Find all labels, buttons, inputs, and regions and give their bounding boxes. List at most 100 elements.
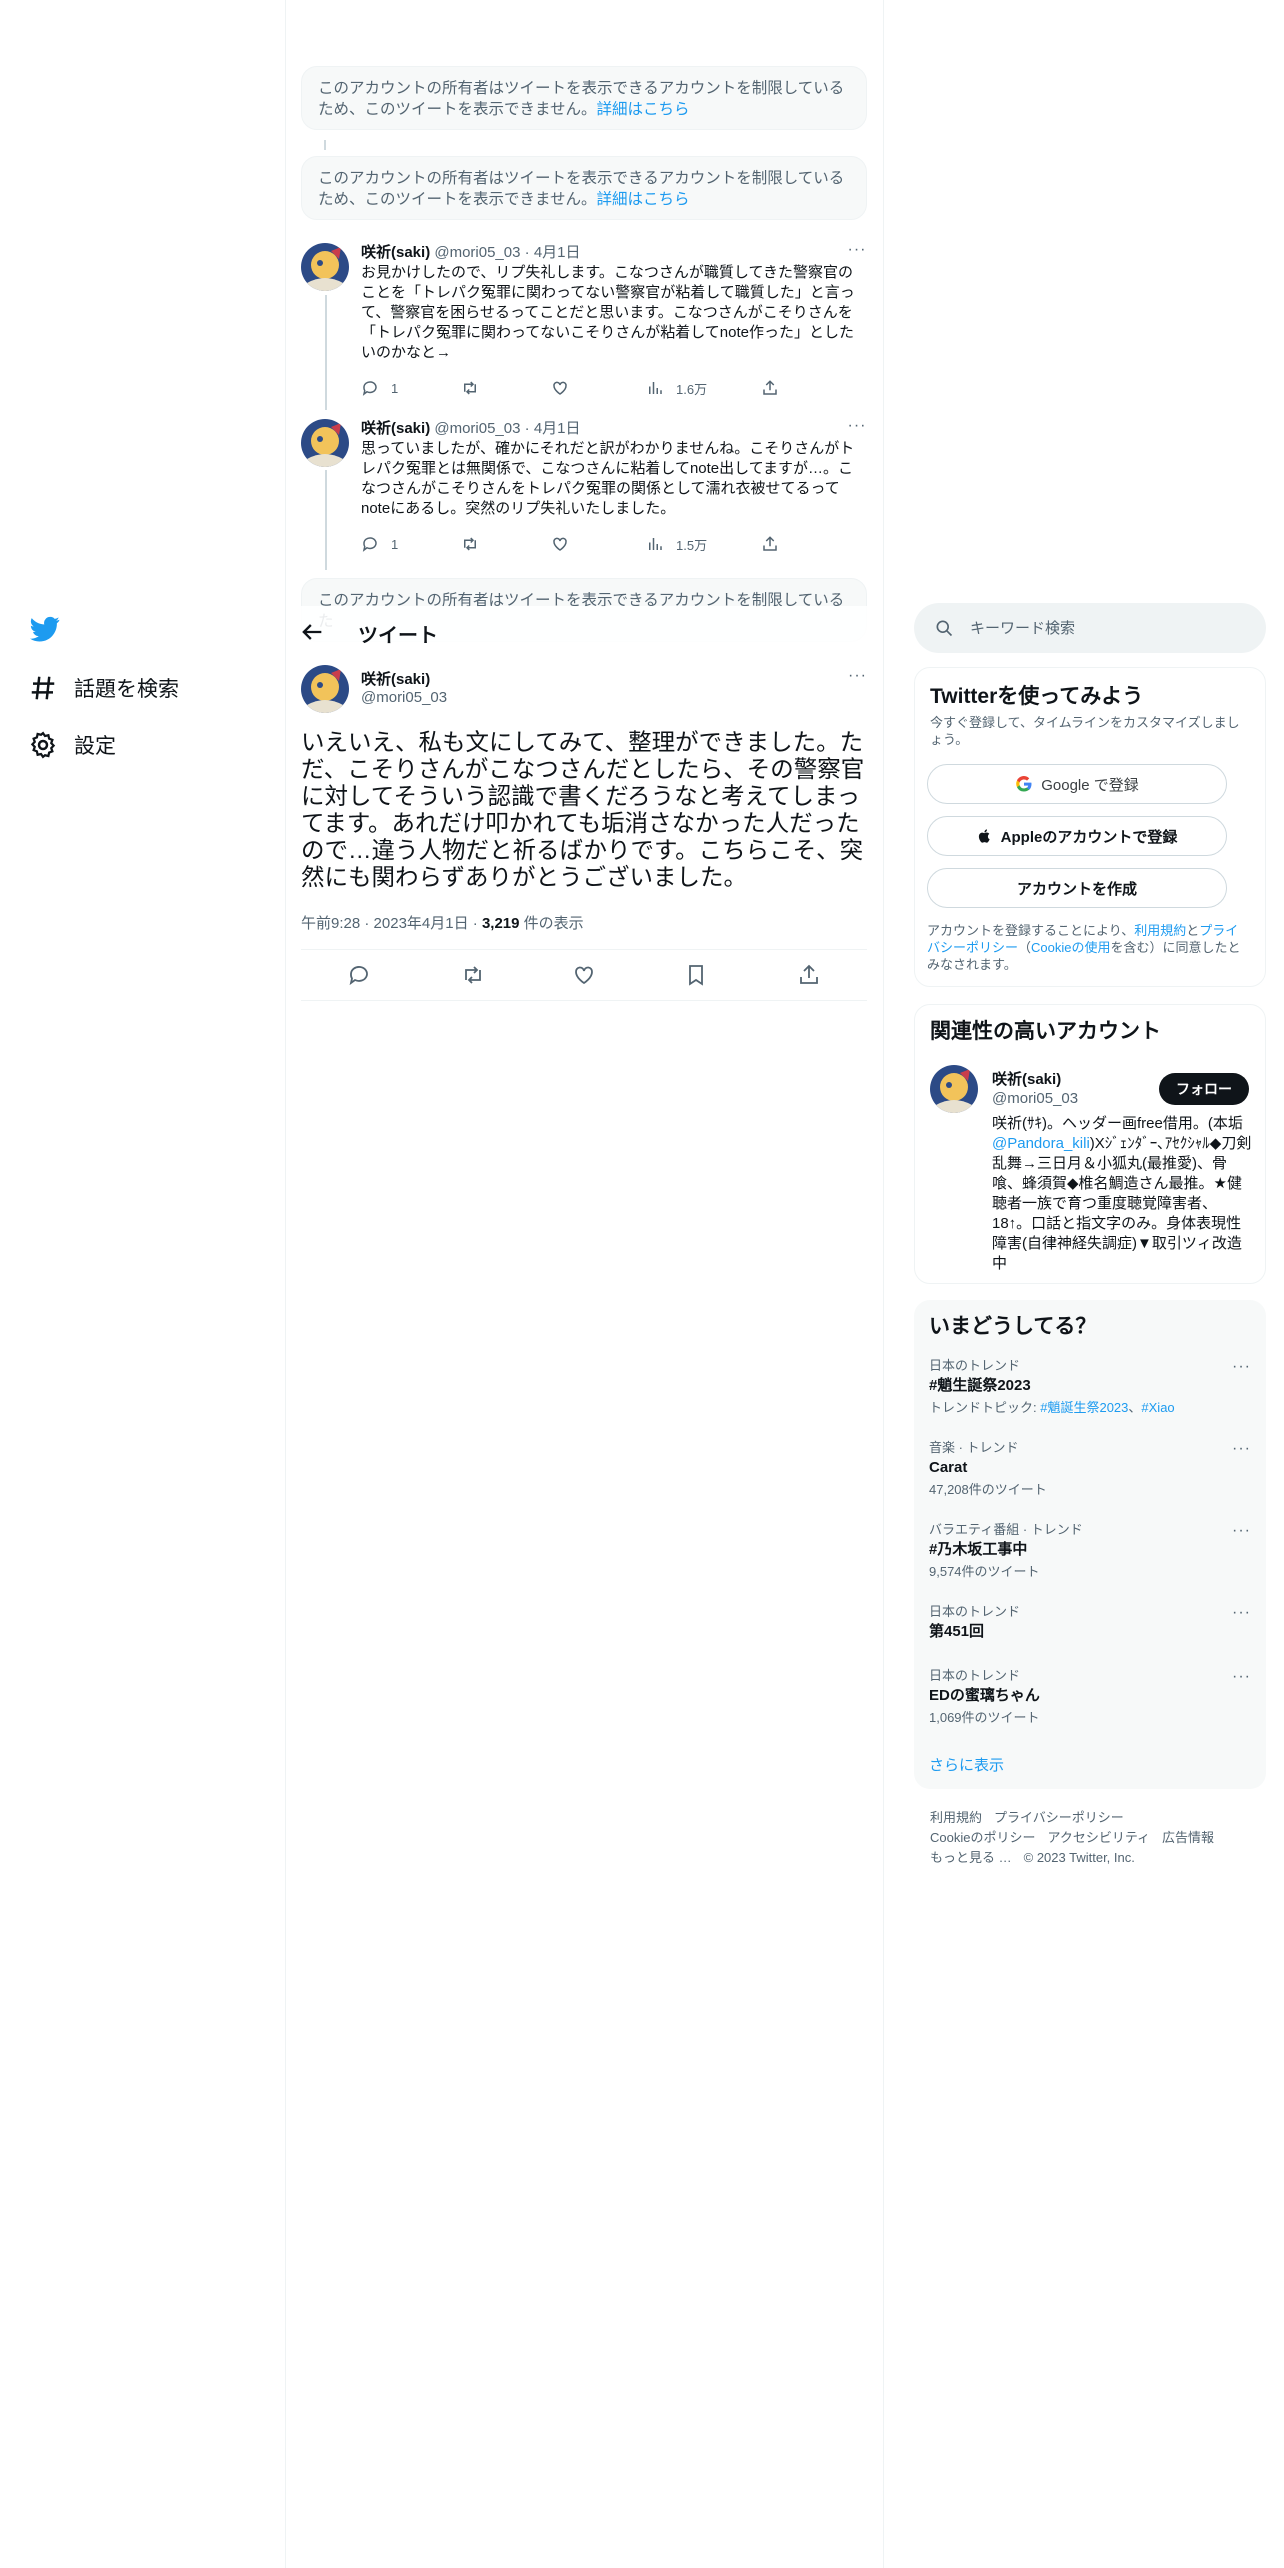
learn-more-link[interactable]: 詳細はこちら: [597, 101, 690, 118]
gear-icon: [28, 730, 58, 760]
footer-privacy-link[interactable]: プライバシーポリシー: [994, 1808, 1124, 1828]
tweet-header: 咲祈(saki) @mori05_03 · 4月1日: [361, 419, 581, 439]
trend-item[interactable]: バラエティ番組 · トレンド #乃木坂工事中 9,574件のツイート ···: [929, 1522, 1251, 1580]
follow-button[interactable]: フォロー: [1159, 1073, 1249, 1105]
separator-dot: ·: [472, 915, 478, 932]
retweet-icon[interactable]: [461, 963, 485, 987]
share-icon[interactable]: [797, 963, 821, 987]
nav-explore[interactable]: 話題を検索: [28, 668, 179, 708]
trends-title: いまどうしてる？: [929, 1315, 1097, 1338]
google-signup-button[interactable]: Google で登録: [927, 764, 1227, 804]
views-button[interactable]: 1.6万: [646, 376, 707, 400]
signup-title: Twitterを使ってみよう: [930, 685, 1144, 708]
avatar[interactable]: [301, 665, 349, 713]
apple-signup-button[interactable]: Appleのアカウントで登録: [927, 816, 1227, 856]
reply-tweet[interactable]: 咲祈(saki) @mori05_03 · 4月1日 ··· 思っていましたが、…: [301, 418, 867, 579]
heart-icon: [551, 535, 569, 553]
show-more-link[interactable]: さらに表示: [929, 1754, 1004, 1775]
tweet-date[interactable]: 4月1日: [534, 420, 581, 437]
views-count[interactable]: 3,219: [482, 915, 520, 932]
reply-icon[interactable]: [347, 963, 371, 987]
trend-category: 音楽 · トレンド: [929, 1440, 1019, 1455]
legal-text: （: [1018, 940, 1032, 955]
terms-link[interactable]: 利用規約: [1134, 923, 1186, 938]
display-name[interactable]: 咲祈(saki): [361, 668, 430, 689]
share-button[interactable]: [761, 532, 791, 556]
back-button[interactable]: [298, 618, 326, 646]
views-button[interactable]: 1.5万: [646, 532, 707, 556]
heart-icon[interactable]: [572, 963, 596, 987]
retweet-button[interactable]: [461, 376, 491, 400]
tweet-meta: 午前9:28 · 2023年4月1日 · 3,219 件の表示: [301, 912, 584, 933]
trend-item[interactable]: 日本のトレンド 第451回 ···: [929, 1604, 1251, 1642]
tweet-date[interactable]: 2023年4月1日: [374, 915, 469, 932]
trend-item[interactable]: 日本のトレンド #魈生誕祭2023 トレンドトピック: #魈誕生祭2023、#X…: [929, 1358, 1251, 1416]
page-title: ツイート: [358, 625, 438, 647]
create-account-button[interactable]: アカウントを作成: [927, 868, 1227, 908]
legal-text: アカウントを登録することにより、: [927, 923, 1135, 938]
avatar[interactable]: [930, 1065, 978, 1113]
reply-icon: [361, 535, 379, 553]
display-name[interactable]: 咲祈(saki): [361, 420, 430, 437]
more-options-icon[interactable]: ···: [1232, 1522, 1251, 1540]
search-input[interactable]: [970, 616, 1250, 640]
more-options-icon[interactable]: ···: [847, 418, 867, 439]
more-options-icon[interactable]: ···: [848, 667, 867, 685]
nav-settings-label: 設定: [74, 735, 116, 758]
analytics-icon: [646, 535, 664, 553]
reply-tweet[interactable]: 咲祈(saki) @mori05_03 · 4月1日 ··· お見かけしたので、…: [301, 242, 867, 423]
display-name[interactable]: 咲祈(saki): [992, 1068, 1061, 1089]
separator-dot: ·: [364, 915, 370, 932]
display-name[interactable]: 咲祈(saki): [361, 244, 430, 261]
tweet-text: 思っていましたが、確かにそれだと訳がわかりませんね。こそりさんがトレパク冤罪とは…: [361, 440, 855, 517]
handle[interactable]: @mori05_03: [434, 420, 520, 437]
trend-name: #魈生誕祭2023: [929, 1377, 1031, 1394]
more-options-icon[interactable]: ···: [1232, 1440, 1251, 1458]
more-options-icon[interactable]: ···: [1232, 1604, 1251, 1622]
trend-name: #乃木坂工事中: [929, 1541, 1028, 1558]
search-box[interactable]: [914, 603, 1266, 653]
thread-line: [325, 295, 327, 410]
cookie-link[interactable]: Cookieの使用: [1031, 940, 1110, 955]
trend-separator: 、: [1128, 1400, 1142, 1415]
footer-ads-link[interactable]: 広告情報: [1162, 1828, 1214, 1848]
focal-tweet-actions: [301, 949, 867, 1001]
footer-cookie-link[interactable]: Cookieのポリシー: [930, 1828, 1035, 1848]
nav-settings[interactable]: 設定: [28, 725, 116, 765]
share-button[interactable]: [761, 376, 791, 400]
tweet-date[interactable]: 4月1日: [534, 244, 581, 261]
footer-terms-link[interactable]: 利用規約: [930, 1808, 982, 1828]
footer-more-link[interactable]: もっと見る …: [930, 1848, 1012, 1868]
analytics-icon: [646, 379, 664, 397]
retweet-button[interactable]: [461, 532, 491, 556]
trend-item[interactable]: 日本のトレンド EDの蜜璃ちゃん 1,069件のツイート ···: [929, 1668, 1251, 1726]
tweet-text: お見かけしたので、リプ失礼します。こなつさんが職質してきた警察官のことを「トレパ…: [361, 264, 855, 361]
reply-button[interactable]: 1: [361, 532, 398, 556]
trend-topic-link[interactable]: #魈誕生祭2023: [1040, 1400, 1128, 1415]
bio-mention-link[interactable]: @Pandora_kili: [992, 1135, 1090, 1152]
handle[interactable]: @mori05_03: [434, 244, 520, 261]
create-account-label: アカウントを作成: [1016, 880, 1137, 898]
apple-icon: [977, 828, 993, 844]
tweet-time[interactable]: 午前9:28: [301, 915, 360, 932]
footer-accessibility-link[interactable]: アクセシビリティ: [1047, 1828, 1150, 1848]
trend-item[interactable]: 音楽 · トレンド Carat 47,208件のツイート ···: [929, 1440, 1251, 1498]
reply-button[interactable]: 1: [361, 376, 398, 400]
avatar[interactable]: [301, 243, 349, 291]
handle[interactable]: @mori05_03: [992, 1090, 1078, 1107]
trend-category: 日本のトレンド: [929, 1358, 1021, 1373]
restricted-message: このアカウントの所有者はツイートを表示できるアカウントを制限しているため、このツ…: [318, 170, 845, 208]
more-options-icon[interactable]: ···: [1232, 1358, 1251, 1376]
trend-topic-link[interactable]: #Xiao: [1141, 1400, 1174, 1415]
avatar[interactable]: [301, 419, 349, 467]
like-button[interactable]: [551, 532, 581, 556]
restricted-message: このアカウントの所有者はツイートを表示できるアカウントを制限しているため、このツ…: [318, 80, 845, 118]
learn-more-link[interactable]: 詳細はこちら: [597, 191, 690, 208]
twitter-logo-icon[interactable]: [28, 614, 62, 644]
view-count: 1.6万: [676, 381, 708, 397]
like-button[interactable]: [551, 376, 581, 400]
handle[interactable]: @mori05_03: [361, 689, 447, 706]
bookmark-icon[interactable]: [684, 963, 708, 987]
more-options-icon[interactable]: ···: [1232, 1668, 1251, 1686]
more-options-icon[interactable]: ···: [847, 242, 867, 263]
